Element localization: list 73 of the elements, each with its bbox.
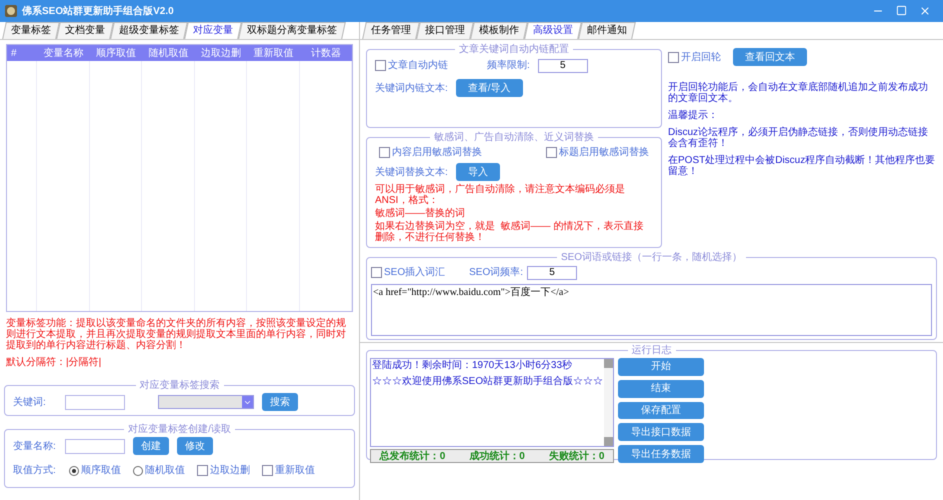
checkbox-label: SEO插入词汇 [384,266,446,280]
checkbox[interactable] [371,267,382,278]
note-text: 敏感词——替换的词 [375,208,466,219]
checkbox-label: 文章自动内链 [388,58,448,73]
scrollbar[interactable] [604,359,614,446]
checkbox[interactable] [379,147,390,158]
column-header: 重新取值 [252,46,294,60]
group-title: 敏感词、广告自动清除、近义词替换 [433,130,595,145]
tip-text: Discuz论坛程序，必须开启伪静态链接，否则使用动态链接会含有歪符！ [668,127,930,149]
radio-button[interactable] [69,466,79,476]
checkbox[interactable] [668,52,679,62]
field-label: 关键词: [13,396,47,410]
app-icon [4,4,18,18]
tab[interactable]: 文档变量 [56,22,114,39]
radio-button[interactable] [133,466,143,476]
checkbox[interactable] [262,465,273,476]
tab[interactable]: 双标题分离变量标签 [238,22,346,39]
checkbox-label: 边取边删 [210,464,250,478]
stat-text: 失败统计：0 [548,450,604,464]
group-title: 对应变量标签搜索 [138,378,220,393]
tip-text: 开启回轮功能后，会自动在文章底部随机追加之前发布成功的文章回文本。 [668,82,929,104]
note-text: 默认分隔符：|分隔符| [6,357,102,368]
column-header: 边取边删 [200,46,242,60]
group-title: 对应变量标签创建/读取 [127,422,232,437]
column-header: 随机取值 [147,46,190,60]
field-label: 变量名称: [13,440,57,454]
tab[interactable]: 模板制作 [470,22,528,39]
radio-label: 随机取值 [145,464,185,478]
log-line: 登陆成功！剩余时间：1970天13小时6分33秒 [372,360,574,371]
tab[interactable]: 邮件通知 [578,22,636,39]
frequency-field[interactable]: 5 [538,58,588,72]
tab[interactable]: 对应变量 [184,22,242,39]
log-line: ☆☆☆欢迎使用佛系SEO站群更新助手组合版☆☆☆ [372,376,604,387]
stat-text: 总发布统计：0 [380,450,446,464]
column-header: 变量名称 [42,46,84,60]
field-label: SEO词频率: [469,266,524,280]
field-label: 关键词内链文本: [375,82,448,96]
stat-text: 成功统计：0 [469,450,525,464]
checkbox-label: 标题启用敏感词替换 [559,146,649,160]
tab[interactable]: 高级设置 [524,22,582,39]
tab[interactable]: 接口管理 [416,22,474,39]
close-icon[interactable] [919,5,931,17]
checkbox[interactable] [197,465,208,476]
column-header: # [10,46,18,60]
tip-text: 温馨提示： [668,110,719,121]
group-title: SEO词语或链接（一行一条，随机选择） [560,250,744,265]
maximize-icon[interactable] [896,5,907,16]
field-label: 频率限制: [487,58,530,73]
tip-text: 在POST处理过程中会被Discuz程序自动截断！其他程序也要留意！ [668,155,936,177]
column-header: 计数器 [310,46,342,60]
keyword-field[interactable] [65,394,125,410]
column-header: 顺序取值 [94,46,137,60]
note-text: 变量标签功能：提取以该变量命名的文件夹的所有内容，按照该变量设定的规则进行文本提取，并且再次提取变量的规则提取文本里面的单行内容，同时对提取到的单行内容进行标题、内容分割！ [6,318,347,351]
group-title: 运行日志 [630,344,672,358]
note-text: 可以用于敏感词，广告自动清除，请注意文本编码必须是ANSI，格式： [375,184,626,206]
tab[interactable]: 任务管理 [362,22,420,39]
seo-text-area[interactable]: <a href="http://www.baidu.com">百度一下</a> [371,284,932,336]
checkbox[interactable] [546,147,557,158]
name-field[interactable] [65,438,125,454]
checkbox[interactable] [375,60,386,71]
checkbox-label: 内容启用敏感词替换 [392,146,482,160]
radio-label: 顺序取值 [81,464,121,478]
field-label: 关键词替换文本: [375,166,448,180]
dropdown[interactable] [158,395,254,409]
tab[interactable]: 超级变量标签 [110,22,188,39]
window-title: 佛系SEO站群更新助手组合版V2.0 [22,4,174,18]
frequency-field[interactable]: 5 [527,266,578,280]
checkbox-label: 重新取值 [275,464,315,478]
tab[interactable]: 变量标签 [2,22,60,39]
note-text: 如果右边替换词为空，就是 敏感词—— 的情况下，表示直接删除，不进行任何替换！ [375,221,644,243]
group-title: 文章关键词自动内链配置 [458,42,570,57]
checkbox-label: 开启回轮 [681,50,721,64]
field-label: 取值方式: [13,464,57,478]
